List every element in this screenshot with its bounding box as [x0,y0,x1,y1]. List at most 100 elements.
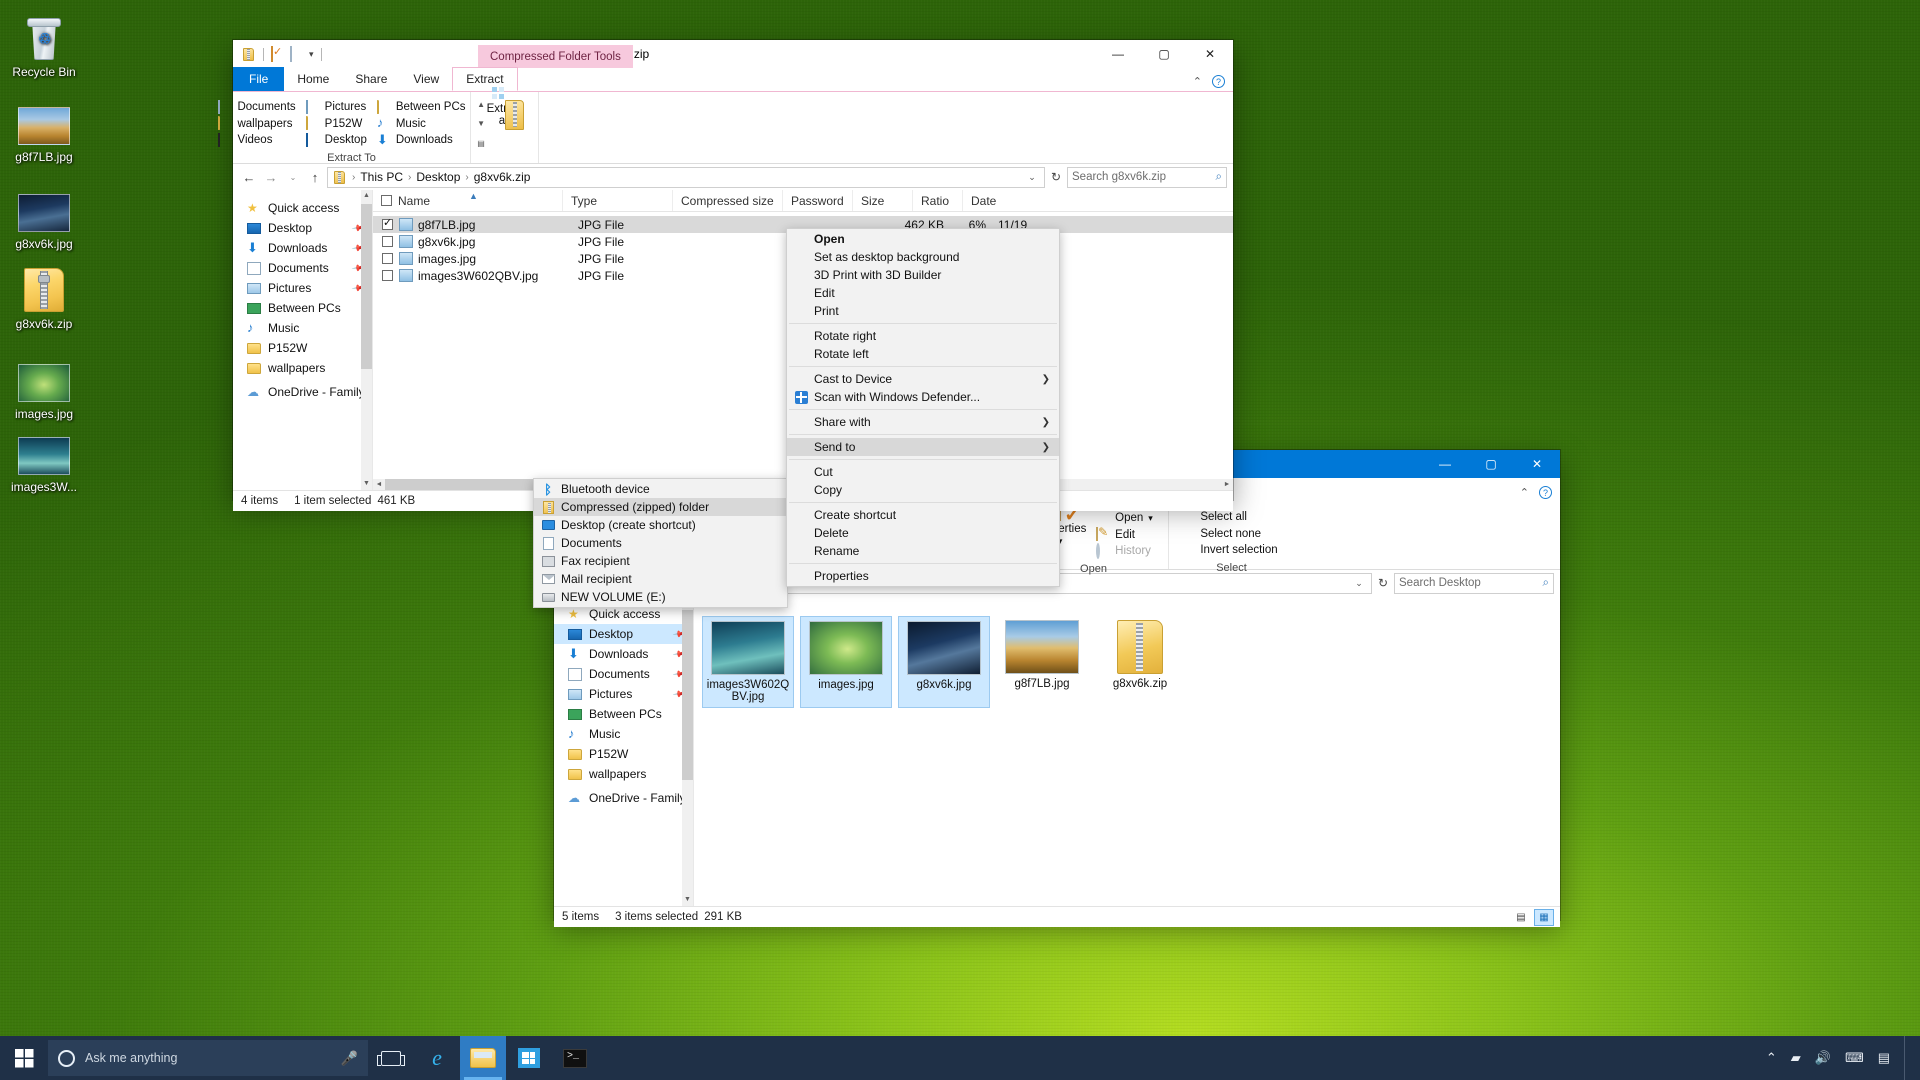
tile-item[interactable]: g8xv6k.jpg [898,616,990,708]
extract-to-between-pcs[interactable]: Between PCs [375,99,472,116]
microphone-icon[interactable]: 🎤 [341,1050,358,1067]
context-menu-create-shortcut[interactable]: Create shortcut [787,506,1059,524]
ribbon-help-area[interactable]: ⌃ ? [1520,486,1552,499]
context-menu-rotate-left[interactable]: Rotate left [787,345,1059,363]
tab-home[interactable]: Home [284,67,342,91]
details-view-button[interactable]: ▤ [1511,909,1531,926]
send-to-documents[interactable]: Documents [534,534,787,552]
context-menu-open[interactable]: Open [787,230,1059,248]
tile-item[interactable]: g8xv6k.zip [1094,616,1186,708]
network-icon[interactable]: ▰ [1791,1050,1801,1066]
desktop-icon-images3w-jpg[interactable]: images3W... [0,425,88,494]
search-input[interactable]: Ask me anything 🎤 [48,1040,368,1076]
tile-item[interactable]: images3W602QBV.jpg [702,616,794,708]
chevron-down-icon[interactable]: ▾ [1148,513,1153,524]
breadcrumb-desktop[interactable]: Desktop [414,170,462,184]
nav-item-quick-access[interactable]: ★ Quick access [233,198,372,218]
close-button[interactable]: ✕ [1514,450,1560,478]
context-menu-set-as-desktop-background[interactable]: Set as desktop background [787,248,1059,266]
context-menu-properties[interactable]: Properties [787,567,1059,585]
desktop-tile-pane[interactable]: images3W602QBV.jpg images.jpg g8xv6k.jpg… [694,596,1560,906]
tab-extract[interactable]: Extract [452,67,517,91]
help-icon[interactable]: ? [1212,75,1225,88]
address-dropdown-icon[interactable]: ⌄ [1024,172,1040,183]
context-menu-cut[interactable]: Cut [787,463,1059,481]
nav-item-onedrive[interactable]: ☁ OneDrive - Family [233,382,372,402]
large-icons-view-button[interactable]: ▦ [1534,909,1554,926]
help-icon[interactable]: ? [1539,486,1552,499]
send-to-bluetooth-device[interactable]: ᛒ Bluetooth device [534,480,787,498]
extract-all-button[interactable]: Extract all [474,96,536,127]
customize-qat-caret-icon[interactable]: ▾ [309,49,314,60]
send-to-submenu[interactable]: ᛒ Bluetooth device Compressed (zipped) f… [533,478,788,608]
search-box[interactable]: Search Desktop ⌕ [1394,573,1554,594]
refresh-button[interactable]: ↻ [1374,576,1392,590]
taskbar[interactable]: Ask me anything 🎤 e ⌃ ▰ 🔊 ⌨ ▤ [0,1036,1920,1080]
up-button[interactable]: ↑ [305,167,325,187]
scrollbar-thumb[interactable] [682,610,693,780]
system-tray[interactable]: ⌃ ▰ 🔊 ⌨ ▤ [1766,1036,1920,1080]
column-header-name[interactable]: Name ▲ [373,190,563,211]
collapse-ribbon-icon[interactable]: ⌃ [1193,75,1202,88]
nav-item-pictures[interactable]: Pictures 📌 [233,278,372,298]
send-to-mail-recipient[interactable]: Mail recipient [534,570,787,588]
file-explorer-button[interactable] [460,1036,506,1080]
nav-item-p152w[interactable]: P152W [233,338,372,358]
keyboard-icon[interactable]: ⌨ [1845,1050,1864,1066]
row-checkbox[interactable] [382,270,393,281]
row-checkbox[interactable] [382,253,393,264]
desktop-window-buttons[interactable]: — ▢ ✕ [1422,450,1560,478]
column-header-password[interactable]: Password [783,190,853,211]
close-button[interactable]: ✕ [1187,40,1233,68]
column-header-type[interactable]: Type [563,190,673,211]
extract-to-pictures[interactable]: Pictures [304,99,373,116]
tile-item[interactable]: images.jpg [800,616,892,708]
search-icon[interactable]: ⌕ [1216,171,1222,184]
terminal-button[interactable] [552,1036,598,1080]
scroll-up-arrow-icon[interactable]: ▲ [361,190,372,202]
breadcrumb-zip[interactable]: g8xv6k.zip [472,170,533,184]
view-mode-buttons[interactable]: ▤ ▦ [1511,909,1554,926]
nav-item-desktop[interactable]: Desktop 📌 [233,218,372,238]
zip-navigation-pane[interactable]: ★ Quick access Desktop 📌 ⬇ Downloads 📌 D… [233,190,373,490]
desktop-icon-g8f7lb-jpg[interactable]: g8f7LB.jpg [0,95,88,164]
search-icon[interactable]: ⌕ [1543,577,1549,590]
scroll-left-arrow-icon[interactable]: ◄ [373,481,385,488]
context-menu-rotate-right[interactable]: Rotate right [787,327,1059,345]
zip-address-bar[interactable]: ← → ⌄ ↑ › This PC › Desktop › g8xv6k.zip… [233,164,1233,190]
edge-button[interactable]: e [414,1036,460,1080]
select-all-checkbox[interactable] [381,195,392,206]
nav-item-documents[interactable]: Documents 📌 [554,664,693,684]
nav-item-p152w[interactable]: P152W [554,744,693,764]
edit-button[interactable]: Edit [1094,527,1159,544]
address-dropdown-icon[interactable]: ⌄ [1351,578,1367,589]
desktop-icon-g8xv6k-jpg[interactable]: g8xv6k.jpg [0,182,88,251]
zip-window-buttons[interactable]: — ▢ ✕ [1095,40,1233,68]
nav-item-music[interactable]: ♪ Music [554,724,693,744]
context-menu-3d-print[interactable]: 3D Print with 3D Builder [787,266,1059,284]
zip-icon[interactable] [241,47,256,62]
column-header-date[interactable]: Date [963,190,1023,211]
column-header-ratio[interactable]: Ratio [913,190,963,211]
minimize-button[interactable]: — [1095,40,1141,68]
refresh-button[interactable]: ↻ [1047,170,1065,184]
extract-to-documents[interactable]: Documents [216,99,301,116]
zip-window-titlebar[interactable]: ▾ g8xv6k.zip — ▢ ✕ Compressed Folder Too… [233,40,1233,68]
show-hidden-icons-icon[interactable]: ⌃ [1766,1050,1777,1066]
select-none-button[interactable]: Select none [1179,526,1283,543]
desktop-background[interactable]: ♲ Recycle Bin g8f7LB.jpg g8xv6k.jpg g8xv… [0,0,1920,1080]
extract-to-desktop[interactable]: Desktop [304,132,373,149]
store-button[interactable] [506,1036,552,1080]
zip-ribbon[interactable]: Documents wallpapers Videos [233,92,1233,164]
tab-share[interactable]: Share [342,67,400,91]
scroll-right-arrow-icon[interactable]: ► [1221,481,1233,488]
nav-item-downloads[interactable]: ⬇ Downloads 📌 [233,238,372,258]
maximize-button[interactable]: ▢ [1141,40,1187,68]
send-to-desktop-create-shortcut[interactable]: Desktop (create shortcut) [534,516,787,534]
tab-file[interactable]: File [233,67,284,91]
forward-button[interactable]: → [261,167,281,187]
nav-item-wallpapers[interactable]: wallpapers [233,358,372,378]
nav-item-pictures[interactable]: Pictures 📌 [554,684,693,704]
nav-pane-scrollbar[interactable]: ▲ ▼ [682,596,693,906]
quick-access-toolbar[interactable]: ▾ [233,40,325,68]
